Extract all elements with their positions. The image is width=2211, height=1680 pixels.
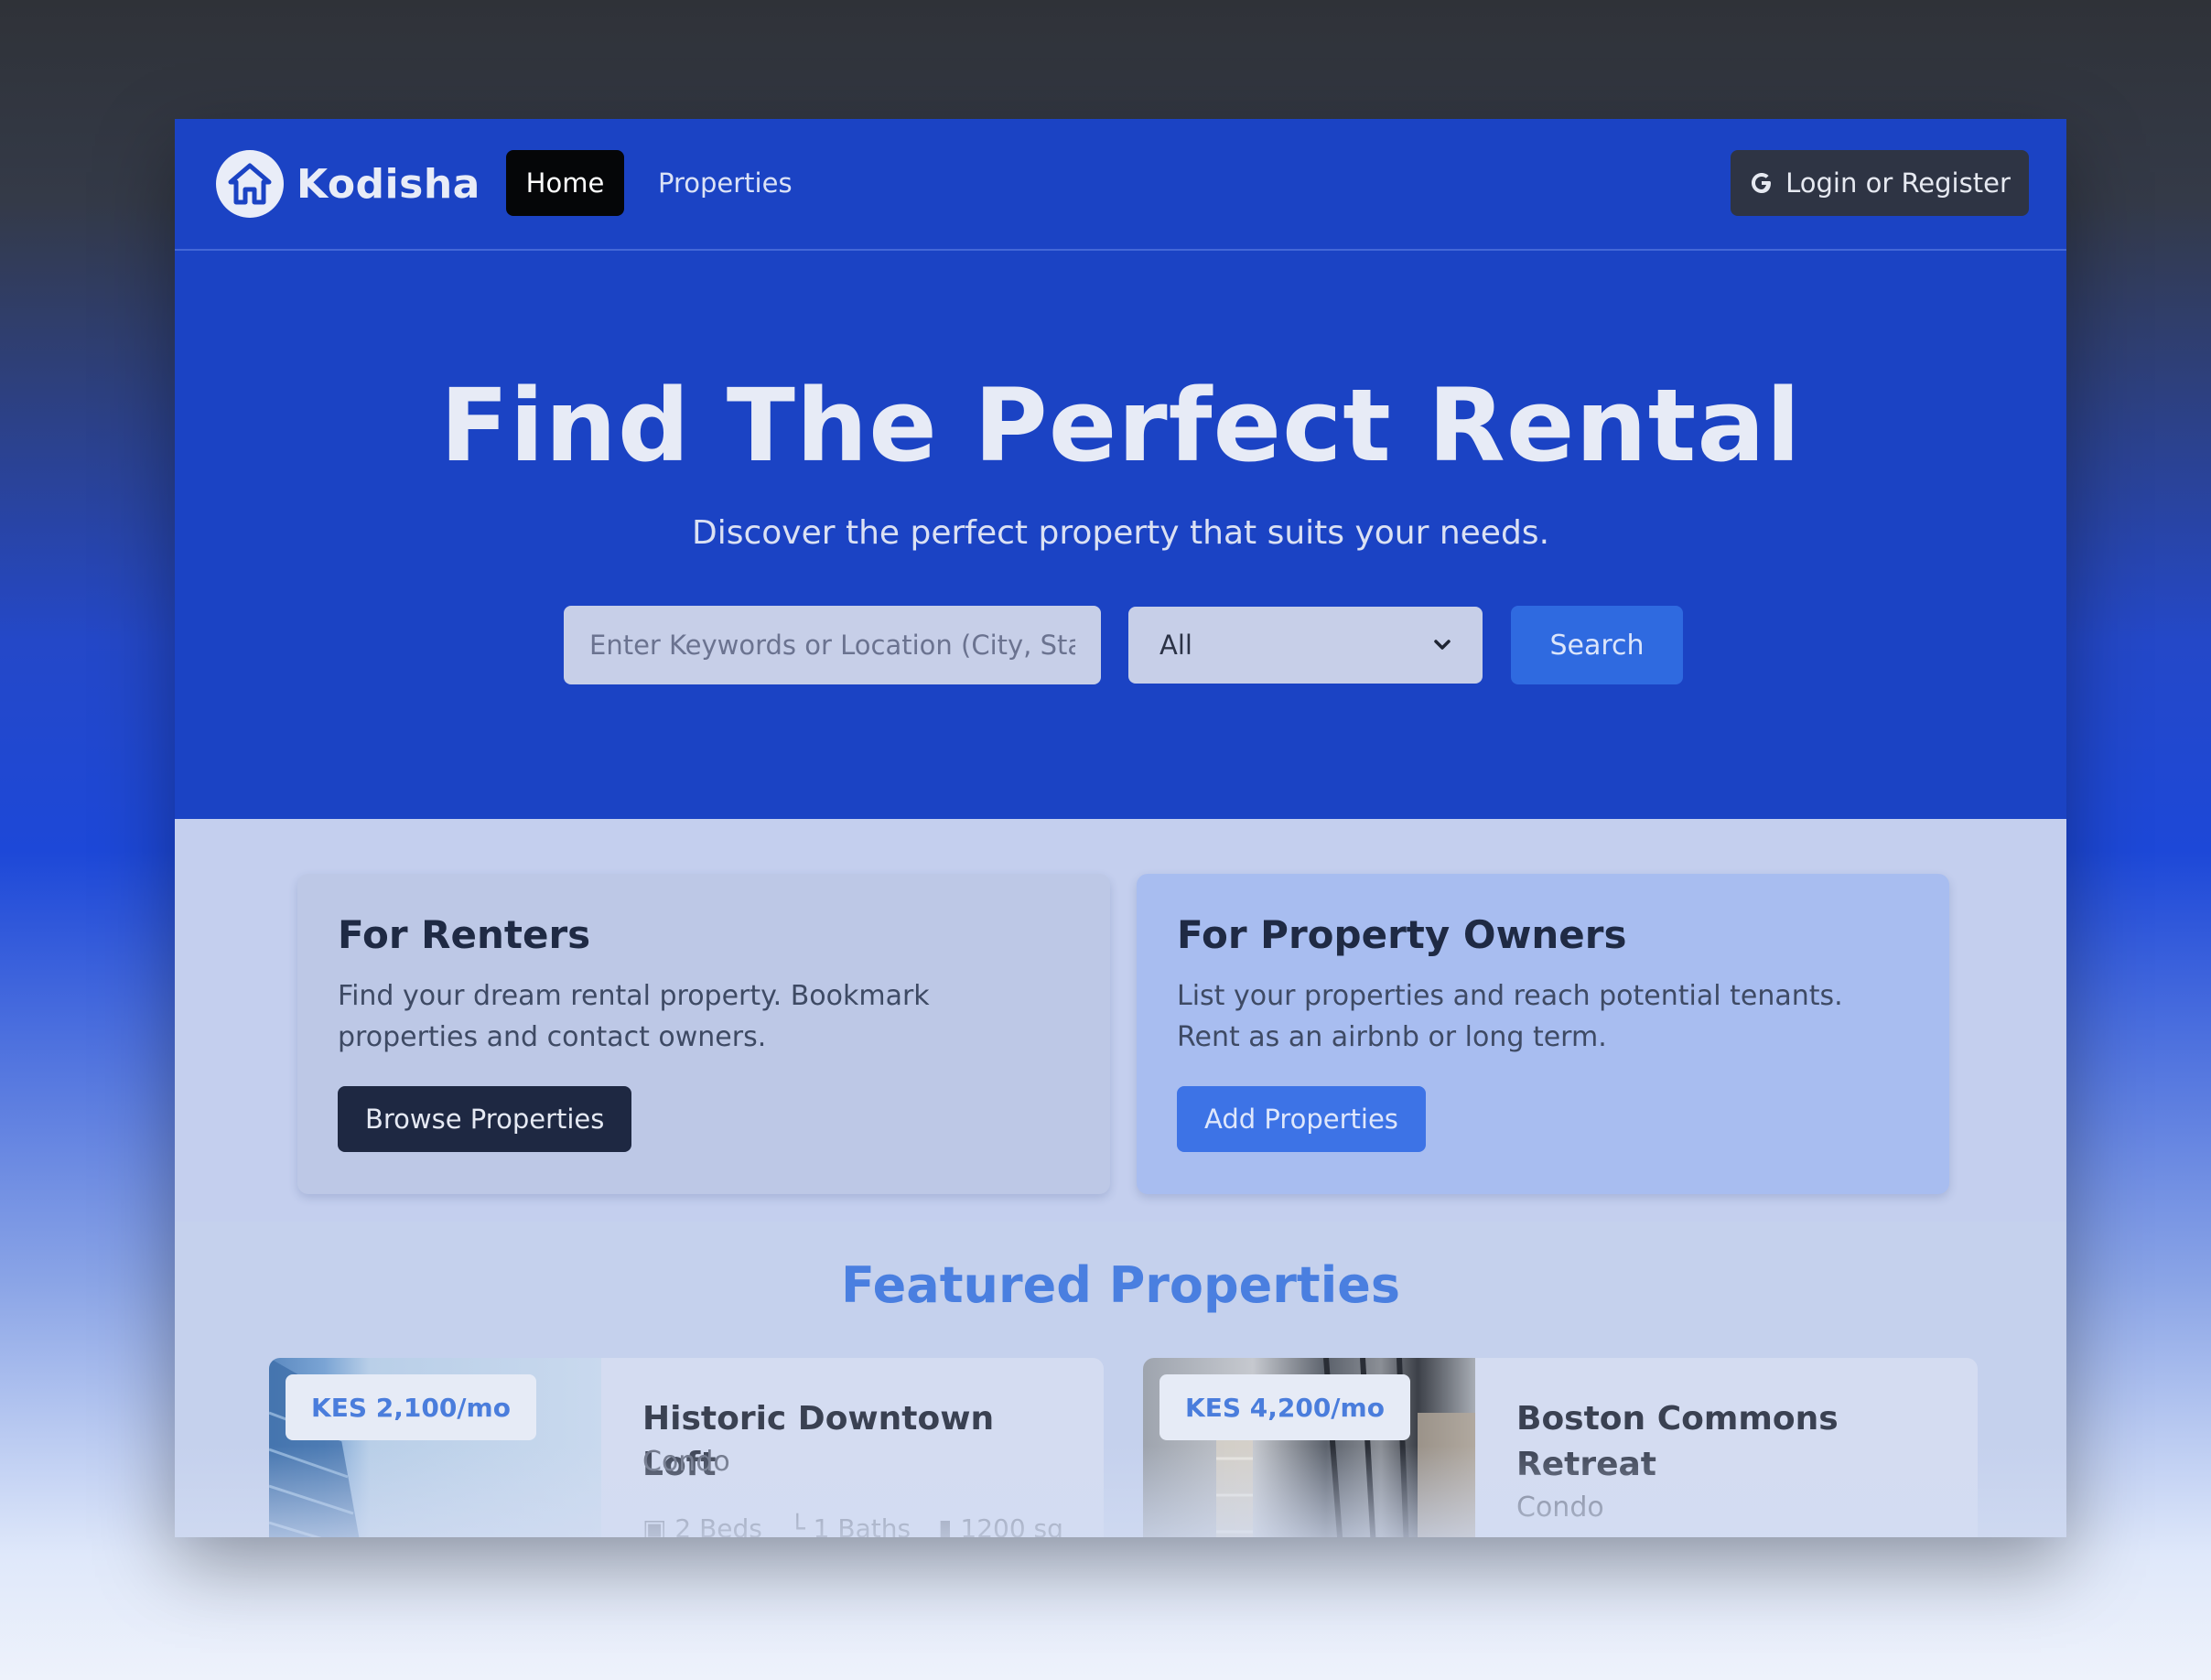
login-label: Login or Register (1785, 167, 2011, 199)
category-selected-value: All (1159, 630, 1192, 661)
browser-viewport: Kodisha Home Properties Login or Registe… (175, 119, 2066, 1537)
login-register-button[interactable]: Login or Register (1731, 150, 2029, 216)
featured-properties-title: Featured Properties (840, 1256, 1401, 1314)
search-button[interactable]: Search (1511, 606, 1683, 684)
renters-card-text: Find your dream rental property. Bookmar… (338, 980, 930, 1053)
property-title[interactable]: Boston Commons Retreat (1516, 1396, 1947, 1488)
category-select[interactable]: All (1128, 607, 1483, 684)
hero-section: Kodisha Home Properties Login or Registe… (175, 119, 2066, 819)
owners-card: For Property Owners List your properties… (1137, 874, 1949, 1194)
hero-title: Find The Perfect Rental (439, 367, 1802, 484)
renters-card-title: For Renters (338, 912, 591, 957)
beds-info: ▣ 2 Beds (642, 1513, 762, 1537)
search-input[interactable] (564, 606, 1101, 684)
google-icon (1752, 173, 1772, 193)
brand-name: Kodisha (297, 160, 480, 208)
ruler-icon: ▮ (938, 1513, 953, 1537)
property-meta: ▣ 2 Beds └ 1 Baths ▮ 1200 sq (642, 1513, 1063, 1537)
property-card[interactable]: KES 2,100/mo Historic Downtown Loft Cond… (269, 1358, 1104, 1537)
browse-properties-button[interactable]: Browse Properties (338, 1086, 632, 1152)
bath-icon: └ (789, 1513, 805, 1537)
baths-label: 1 Baths (813, 1513, 911, 1537)
property-type: Condo (1516, 1492, 1604, 1524)
owners-card-text: List your properties and reach potential… (1177, 980, 1843, 1053)
hero-subtitle: Discover the perfect property that suits… (691, 514, 1550, 552)
house-icon (216, 150, 284, 218)
info-cards-section: For Renters Find your dream rental prope… (175, 819, 2066, 1222)
baths-info: └ 1 Baths (790, 1513, 911, 1537)
price-badge: KES 2,100/mo (286, 1374, 536, 1440)
beds-label: 2 Beds (674, 1513, 762, 1537)
owners-card-title: For Property Owners (1177, 912, 1627, 957)
property-type: Condo (642, 1446, 730, 1478)
nav-home-link[interactable]: Home (506, 150, 624, 216)
property-card[interactable]: KES 4,200/mo Boston Commons Retreat Cond… (1143, 1358, 1978, 1537)
navbar: Kodisha Home Properties Login or Registe… (175, 119, 2066, 251)
logo[interactable]: Kodisha (216, 150, 480, 218)
nav-properties-link[interactable]: Properties (658, 150, 793, 216)
area-label: 1200 sq (960, 1513, 1063, 1537)
price-badge: KES 4,200/mo (1159, 1374, 1410, 1440)
bed-icon: ▣ (642, 1513, 667, 1537)
renters-card: For Renters Find your dream rental prope… (297, 874, 1110, 1194)
chevron-down-icon (1434, 640, 1451, 650)
area-info: ▮ 1200 sq (938, 1513, 1063, 1537)
add-properties-button[interactable]: Add Properties (1177, 1086, 1426, 1152)
